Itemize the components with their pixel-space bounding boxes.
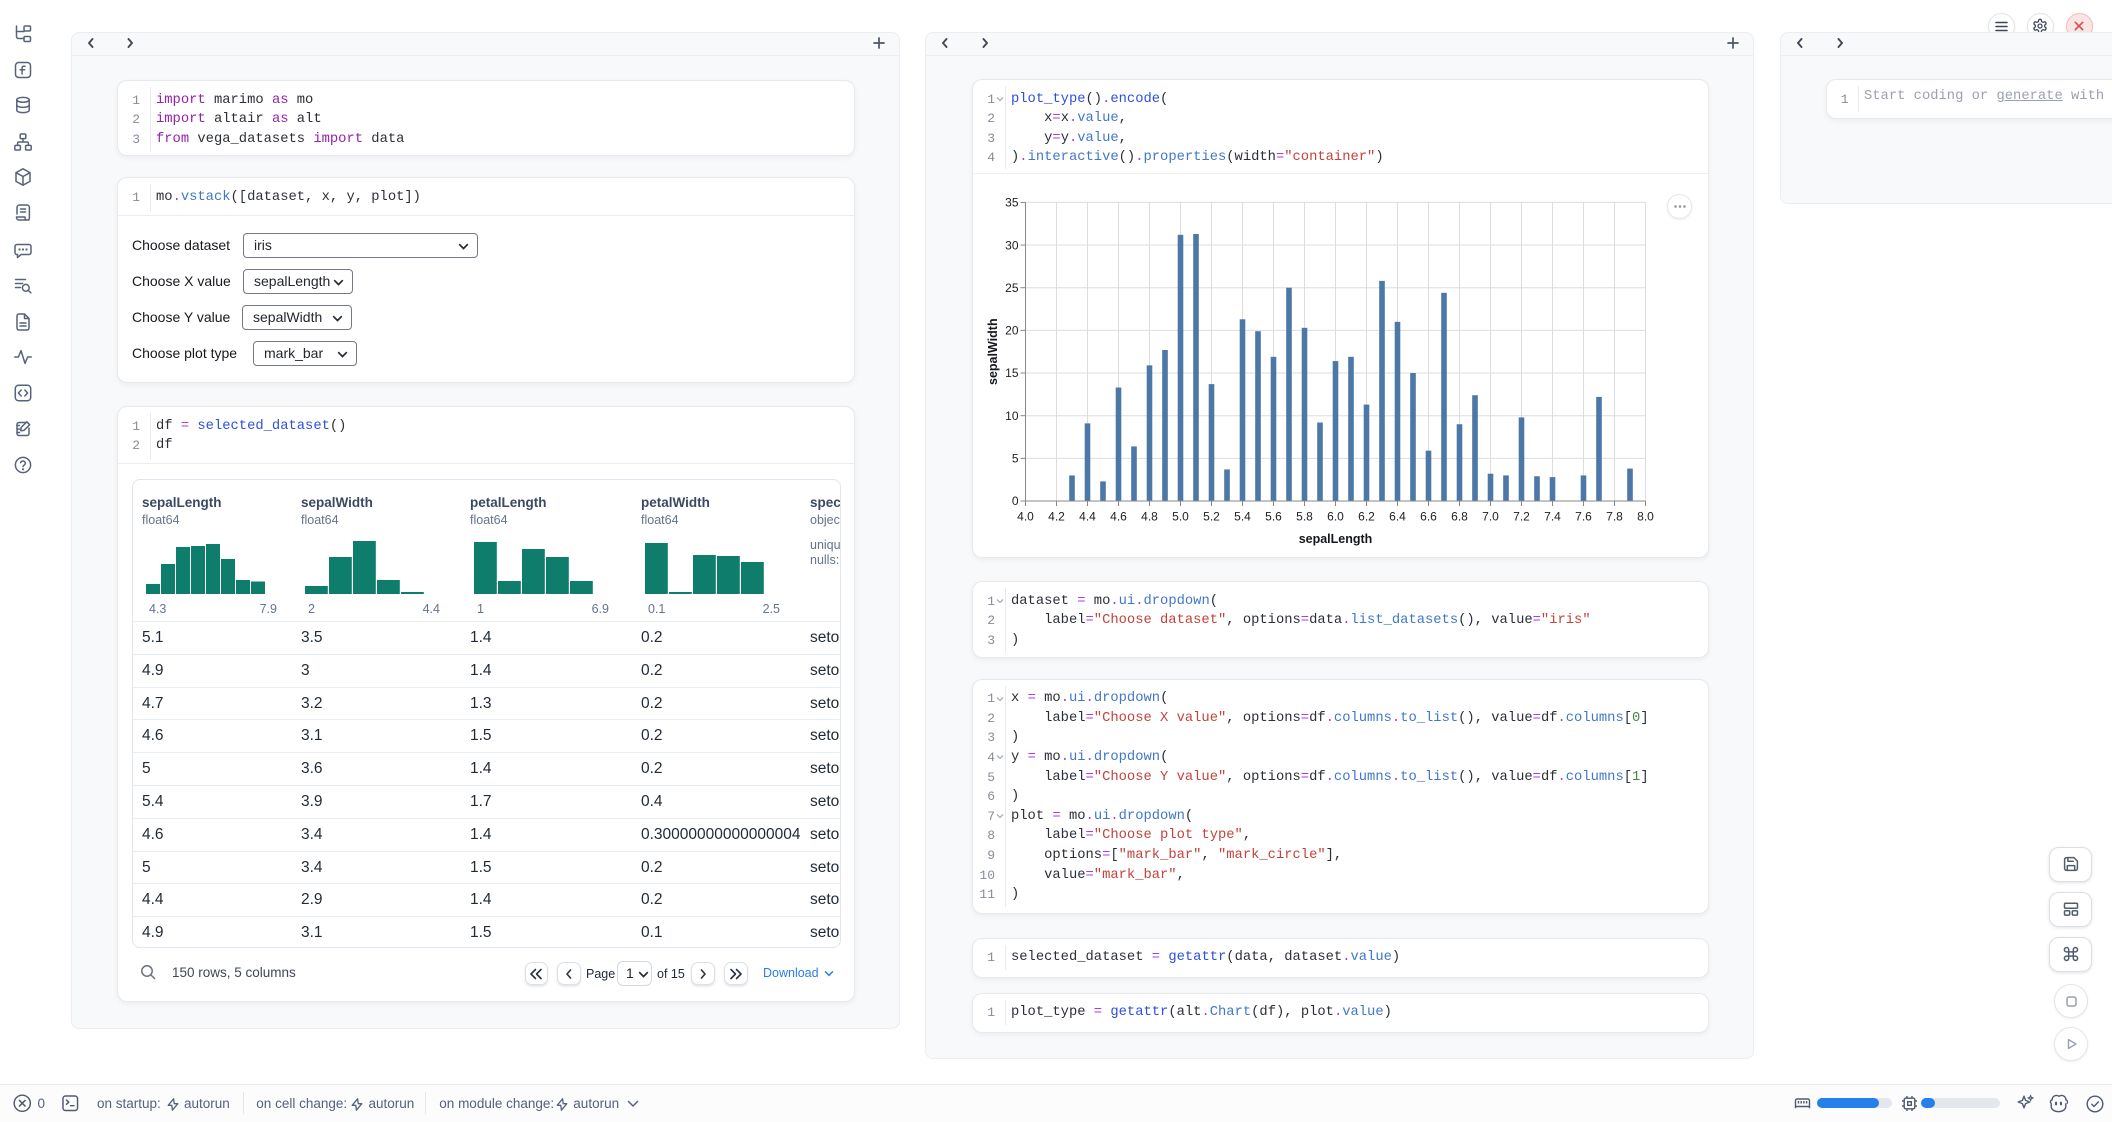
svg-text:20: 20 xyxy=(1005,324,1019,338)
svg-text:5: 5 xyxy=(1012,452,1019,466)
svg-text:6.8: 6.8 xyxy=(1451,510,1468,524)
svg-text:4.2: 4.2 xyxy=(1048,510,1065,524)
svg-text:4.8: 4.8 xyxy=(1141,510,1158,524)
svg-text:5.4: 5.4 xyxy=(1234,510,1251,524)
svg-text:6.6: 6.6 xyxy=(1420,510,1437,524)
svg-text:5.6: 5.6 xyxy=(1265,510,1282,524)
svg-text:8.0: 8.0 xyxy=(1637,510,1654,524)
svg-text:6.0: 6.0 xyxy=(1327,510,1344,524)
svg-text:5.8: 5.8 xyxy=(1296,510,1313,524)
svg-text:15: 15 xyxy=(1005,366,1019,380)
svg-text:30: 30 xyxy=(1005,238,1019,252)
svg-text:10: 10 xyxy=(1005,409,1019,423)
svg-text:7.4: 7.4 xyxy=(1544,510,1561,524)
svg-text:5.0: 5.0 xyxy=(1172,510,1189,524)
svg-text:4.6: 4.6 xyxy=(1110,510,1127,524)
svg-text:35: 35 xyxy=(1005,196,1019,210)
svg-text:4.4: 4.4 xyxy=(1079,510,1096,524)
svg-text:4.0: 4.0 xyxy=(1017,510,1034,524)
svg-text:7.6: 7.6 xyxy=(1575,510,1592,524)
svg-text:7.0: 7.0 xyxy=(1482,510,1499,524)
svg-text:7.2: 7.2 xyxy=(1513,510,1530,524)
svg-text:0: 0 xyxy=(1012,494,1019,508)
svg-text:25: 25 xyxy=(1005,281,1019,295)
svg-text:sepalLength: sepalLength xyxy=(1299,532,1373,546)
svg-text:5.2: 5.2 xyxy=(1203,510,1220,524)
svg-text:sepalWidth: sepalWidth xyxy=(986,318,1000,385)
svg-text:6.2: 6.2 xyxy=(1358,510,1375,524)
svg-text:6.4: 6.4 xyxy=(1389,510,1406,524)
svg-text:7.8: 7.8 xyxy=(1606,510,1623,524)
